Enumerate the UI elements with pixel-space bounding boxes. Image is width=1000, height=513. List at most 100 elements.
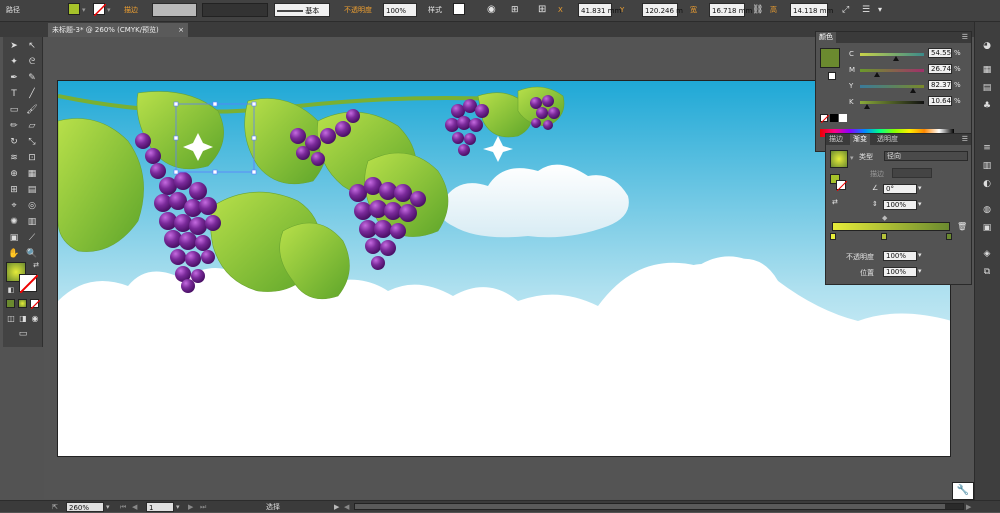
shape-builder-tool-icon[interactable]: ⊕ (7, 168, 21, 180)
scroll-right-icon[interactable]: ▶ (966, 502, 971, 512)
chevron-down-icon[interactable]: ▾ (878, 3, 882, 17)
align-icon[interactable]: ⊞ (511, 3, 519, 17)
chevron-down-icon[interactable]: ▾ (106, 502, 110, 512)
screen-mode-icon[interactable]: ▭ (16, 328, 30, 340)
graphic-styles-icon[interactable]: ▣ (980, 222, 994, 234)
line-tool-icon[interactable]: ╱ (25, 88, 39, 100)
panel-menu-icon[interactable]: ☰ (862, 3, 870, 17)
h-field[interactable]: 14.118 mm (790, 3, 833, 17)
stroke-swatch[interactable] (93, 3, 107, 17)
blend-tool-icon[interactable]: ◎ (25, 200, 39, 212)
stop-location-field[interactable]: 100% (883, 267, 917, 277)
type-tool-icon[interactable]: T (7, 88, 21, 100)
stroke-dropdown-icon[interactable]: ▾ (107, 3, 111, 17)
stroke-gradient-buttons[interactable] (892, 168, 932, 178)
free-transform-tool-icon[interactable]: ⊡ (25, 152, 39, 164)
document-tab[interactable]: 未标题-3* @ 260% (CMYK/预览) × (48, 23, 188, 37)
stroke-mini-swatch[interactable] (828, 72, 836, 80)
stroke-tab[interactable]: 描边 (826, 134, 846, 145)
angle-field[interactable]: 0° (883, 184, 917, 194)
brush-profile-dropdown[interactable]: 基本 (274, 3, 330, 17)
channel-m-slider[interactable] (860, 69, 924, 72)
opacity-label[interactable]: 不透明度 (344, 3, 372, 17)
y-field[interactable]: 120.246 m (642, 3, 683, 17)
channel-k-field[interactable]: 10.64 (928, 96, 952, 106)
pen-tool-icon[interactable]: ✒ (7, 72, 21, 84)
hand-tool-icon[interactable]: ✋ (7, 248, 21, 260)
none-color-icon[interactable] (820, 114, 830, 124)
lasso-tool-icon[interactable]: ᘓ (25, 56, 39, 68)
panel-menu-icon[interactable]: ☰ (962, 32, 968, 43)
curvature-tool-icon[interactable]: ✎ (25, 72, 39, 84)
stop-opacity-field[interactable]: 100% (883, 251, 917, 261)
gradient-stop-mid[interactable] (881, 233, 887, 240)
reference-point-icon[interactable]: ⊞ (538, 3, 546, 17)
zoom-field[interactable]: 260% (66, 502, 104, 512)
symbols-icon[interactable]: ♣ (980, 100, 994, 112)
chevron-down-icon[interactable]: ▾ (918, 251, 922, 259)
gradient-panel-icon[interactable]: ▥ (980, 160, 994, 172)
last-page-icon[interactable]: ⏭ (200, 502, 206, 512)
default-colors-icon[interactable]: ◧ (4, 284, 18, 296)
swatches-icon[interactable]: ▦ (980, 64, 994, 76)
delete-stop-icon[interactable]: 🗑 (957, 222, 967, 231)
gradient-preview[interactable] (830, 150, 848, 168)
fill-swatch[interactable] (68, 3, 80, 15)
transform-icon[interactable]: ⤢ (842, 3, 849, 17)
transparency-panel-icon[interactable]: ◐ (980, 178, 994, 190)
draw-inside-icon[interactable]: ◉ (28, 313, 42, 325)
horizontal-scrollbar[interactable] (354, 503, 964, 510)
graph-tool-icon[interactable]: ▥ (25, 216, 39, 228)
link-icon[interactable]: ⛓ (752, 3, 763, 17)
rotate-tool-icon[interactable]: ↻ (7, 136, 21, 148)
color-panel-icon[interactable]: ◕ (980, 40, 994, 52)
recolor-icon[interactable]: ◉ (487, 3, 496, 17)
stroke-label[interactable]: 描边 (124, 3, 138, 17)
channel-y-field[interactable]: 82.37 (928, 80, 952, 90)
chevron-down-icon[interactable]: ▾ (918, 184, 922, 192)
paintbrush-tool-icon[interactable]: 🖌 (25, 104, 39, 116)
stroke-panel-icon[interactable]: ≡ (980, 142, 994, 154)
none-mode-icon[interactable] (30, 299, 41, 310)
artboards-icon[interactable]: ⧉ (980, 266, 994, 278)
perspective-grid-tool-icon[interactable]: ▦ (25, 168, 39, 180)
close-icon[interactable]: × (178, 23, 184, 37)
gradient-stop-start[interactable] (830, 233, 836, 240)
pencil-tool-icon[interactable]: ✏ (7, 120, 21, 132)
style-swatch[interactable] (453, 3, 465, 15)
eraser-tool-icon[interactable]: ▱ (25, 120, 39, 132)
midpoint-diamond-icon[interactable]: ◆ (882, 214, 887, 222)
channel-c-slider[interactable] (860, 53, 924, 56)
black-color-icon[interactable] (830, 114, 838, 122)
variable-width-dropdown[interactable] (202, 3, 268, 17)
status-arrow-icon[interactable]: ▶ (334, 502, 339, 512)
channel-c-thumb[interactable] (893, 56, 899, 61)
channel-y-thumb[interactable] (910, 88, 916, 93)
channel-m-field[interactable]: 26.74 (928, 64, 952, 74)
symbol-sprayer-tool-icon[interactable]: ✺ (7, 216, 21, 228)
channel-m-thumb[interactable] (874, 72, 880, 77)
artboard-nav-icon[interactable]: ⇱ (52, 502, 58, 512)
white-color-icon[interactable] (839, 114, 847, 122)
slice-tool-icon[interactable]: ⟋ (25, 232, 39, 244)
gradient-mode-icon[interactable] (18, 299, 27, 308)
stroke-color-box[interactable] (19, 274, 39, 294)
opacity-field[interactable]: 100% (383, 3, 417, 17)
gradient-type-dropdown[interactable]: 径向 (884, 151, 968, 161)
gradient-tab[interactable]: 渐变 (850, 134, 870, 145)
horizontal-scroll-thumb[interactable] (355, 504, 945, 509)
stroke-mini-swatch[interactable] (836, 180, 848, 192)
color-panel-tab[interactable]: 颜色 (816, 32, 836, 43)
mesh-tool-icon[interactable]: ⊞ (7, 184, 21, 196)
chevron-down-icon[interactable]: ▾ (918, 200, 922, 208)
reverse-gradient-icon[interactable]: ⇄ (832, 198, 838, 206)
chevron-down-icon[interactable]: ▾ (918, 267, 922, 275)
w-field[interactable]: 16.718 mm (709, 3, 752, 17)
first-page-icon[interactable]: ⏮ (120, 502, 126, 512)
color-mode-icon[interactable] (6, 299, 15, 308)
appearance-icon[interactable]: ◍ (980, 204, 994, 216)
channel-c-field[interactable]: 54.55 (928, 48, 952, 58)
swap-fill-stroke-icon[interactable]: ⇄ (29, 259, 43, 271)
gradient-tool-icon[interactable]: ▤ (25, 184, 39, 196)
warp-tool-icon[interactable]: ≋ (7, 152, 21, 164)
